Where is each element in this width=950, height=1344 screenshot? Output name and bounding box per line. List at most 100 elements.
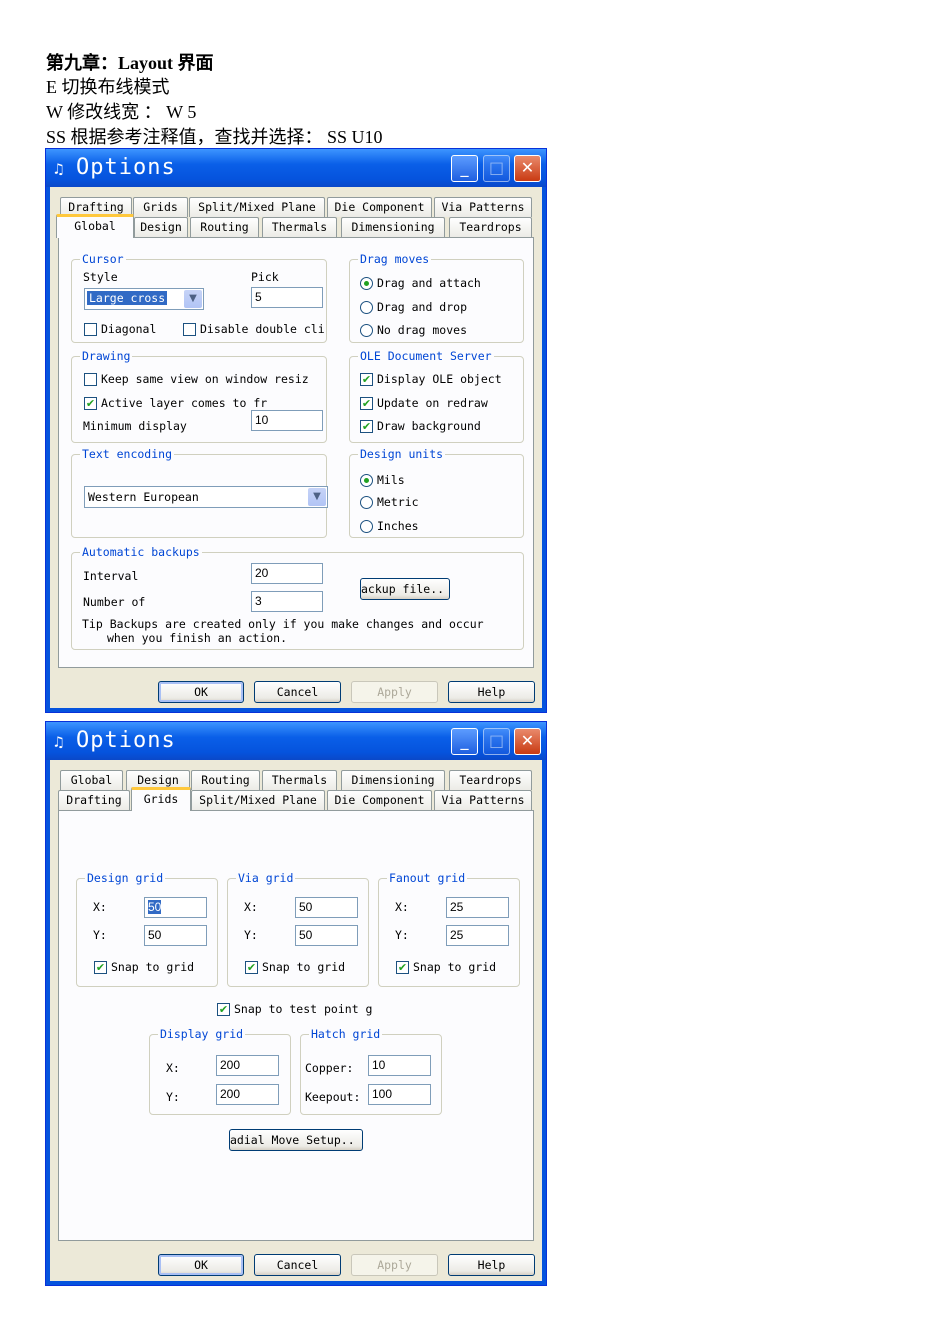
tab-via-patterns[interactable]: Via Patterns [434, 197, 532, 217]
cancel-button[interactable]: Cancel [254, 1254, 341, 1276]
radial-move-setup-button[interactable]: adial Move Setup.. [229, 1129, 363, 1151]
fanout-grid-x-input[interactable]: 25 [446, 897, 509, 918]
tab-drafting[interactable]: Drafting [58, 790, 130, 810]
keep-view-checkbox[interactable] [84, 373, 97, 386]
fanout-grid-y-input[interactable]: 25 [446, 925, 509, 946]
text-encoding-value: Western European [88, 490, 199, 504]
display-grid-x-input[interactable]: 200 [216, 1055, 279, 1076]
tip-text: Tip Backups are created only if you make… [82, 617, 484, 631]
ok-button[interactable]: OK [158, 681, 244, 703]
via-grid-group: Via grid X: 50 Y: 50 ✔ Snap to grid [227, 871, 369, 987]
apply-button[interactable]: Apply [351, 1254, 438, 1276]
display-ole-checkbox[interactable]: ✔ [360, 373, 373, 386]
draw-background-label: Draw background [377, 419, 481, 433]
tab-dimensioning[interactable]: Dimensioning [341, 217, 445, 237]
design-snap-label: Snap to grid [111, 960, 195, 974]
tab-panel: Design grid X: 50 Y: 50 ✔ Snap to grid V… [58, 810, 534, 1241]
tab-grids[interactable]: Grids [131, 787, 191, 811]
tab-split-mixed-plane[interactable]: Split/Mixed Plane [191, 790, 325, 810]
cancel-button[interactable]: Cancel [254, 681, 341, 703]
keepout-input[interactable]: 100 [368, 1084, 431, 1105]
x-label: X: [93, 900, 107, 914]
text-encoding-legend: Text encoding [80, 447, 175, 461]
drag-drop-radio[interactable] [360, 301, 373, 314]
diagonal-checkbox[interactable] [84, 323, 97, 336]
minimize-button[interactable]: _ [451, 155, 478, 182]
backup-file-button[interactable]: ackup file.. [360, 578, 450, 600]
copper-input[interactable]: 10 [368, 1055, 431, 1076]
maximize-button[interactable]: □ [483, 728, 510, 755]
via-grid-x-input[interactable]: 50 [295, 897, 358, 918]
tab-routing[interactable]: Routing [191, 770, 260, 790]
keep-view-label: Keep same view on window resiz [101, 372, 309, 386]
drag-moves-legend: Drag moves [358, 252, 432, 266]
tab-teardrops[interactable]: Teardrops [449, 770, 532, 790]
draw-background-checkbox[interactable]: ✔ [360, 420, 373, 433]
drag-attach-radio[interactable] [360, 277, 373, 290]
update-redraw-checkbox[interactable]: ✔ [360, 397, 373, 410]
pick-label: Pick [251, 270, 279, 284]
tab-routing[interactable]: Routing [190, 217, 259, 237]
minimum-display-label: Minimum display [83, 419, 187, 433]
mils-label: Mils [377, 473, 405, 487]
y-label: Y: [93, 928, 107, 942]
chevron-down-icon[interactable]: ▼ [184, 290, 202, 308]
via-grid-y-input[interactable]: 50 [295, 925, 358, 946]
tab-die-component[interactable]: Die Component [327, 197, 432, 217]
display-ole-label: Display OLE object [377, 372, 502, 386]
interval-label: Interval [83, 569, 139, 583]
ok-button[interactable]: OK [158, 1254, 244, 1276]
active-layer-label: Active layer comes to fr [101, 396, 268, 410]
design-snap-checkbox[interactable]: ✔ [94, 961, 107, 974]
tab-split-mixed-plane[interactable]: Split/Mixed Plane [189, 197, 325, 217]
tab-grids[interactable]: Grids [133, 197, 188, 217]
cursor-style-select[interactable]: Large cross ▼ [84, 288, 204, 310]
text-encoding-select[interactable]: Western European ▼ [84, 486, 328, 508]
mils-radio[interactable] [360, 474, 373, 487]
display-grid-y-input[interactable]: 200 [216, 1084, 279, 1105]
minimum-display-input[interactable]: 10 [251, 410, 323, 431]
help-button[interactable]: Help [448, 681, 535, 703]
tab-via-patterns[interactable]: Via Patterns [434, 790, 532, 810]
fanout-snap-checkbox[interactable]: ✔ [396, 961, 409, 974]
tab-die-component[interactable]: Die Component [327, 790, 432, 810]
title-bar[interactable]: ♫ Options _ □ ✕ [46, 722, 546, 760]
active-layer-checkbox[interactable]: ✔ [84, 397, 97, 410]
via-snap-checkbox[interactable]: ✔ [245, 961, 258, 974]
interval-input[interactable]: 20 [251, 563, 323, 584]
keepout-label: Keepout: [305, 1090, 361, 1104]
maximize-button[interactable]: □ [483, 155, 510, 182]
tab-global[interactable]: Global [60, 770, 123, 790]
title-bar[interactable]: ♫ Options _ □ ✕ [46, 149, 546, 187]
pick-input[interactable]: 5 [251, 287, 323, 308]
metric-label: Metric [377, 495, 419, 509]
tab-dimensioning[interactable]: Dimensioning [341, 770, 445, 790]
design-grid-x-input[interactable]: 50 [144, 897, 207, 918]
tab-thermals[interactable]: Thermals [262, 770, 337, 790]
x-label: X: [395, 900, 409, 914]
ole-legend: OLE Document Server [358, 349, 494, 363]
design-grid-y-input[interactable]: 50 [144, 925, 207, 946]
inches-radio[interactable] [360, 520, 373, 533]
tab-teardrops[interactable]: Teardrops [449, 217, 532, 237]
drawing-legend: Drawing [80, 349, 133, 363]
metric-radio[interactable] [360, 496, 373, 509]
minimize-button[interactable]: _ [451, 728, 478, 755]
close-button[interactable]: ✕ [514, 155, 541, 182]
snap-test-point-checkbox[interactable]: ✔ [217, 1003, 230, 1016]
doc-line: SS 根据参考注释值，查找并选择： SS U10 [46, 127, 383, 147]
diagonal-label: Diagonal [101, 322, 157, 336]
tab-panel: Cursor Style Large cross ▼ Pick 5 Diagon… [58, 237, 534, 668]
update-redraw-label: Update on redraw [377, 396, 488, 410]
chevron-down-icon[interactable]: ▼ [308, 488, 326, 506]
tab-design[interactable]: Design [134, 217, 188, 237]
apply-button[interactable]: Apply [351, 681, 438, 703]
via-snap-label: Snap to grid [262, 960, 346, 974]
tab-thermals[interactable]: Thermals [262, 217, 337, 237]
tab-global[interactable]: Global [56, 214, 134, 238]
help-button[interactable]: Help [448, 1254, 535, 1276]
number-of-input[interactable]: 3 [251, 591, 323, 612]
no-drag-radio[interactable] [360, 324, 373, 337]
disable-double-click-checkbox[interactable] [183, 323, 196, 336]
close-button[interactable]: ✕ [514, 728, 541, 755]
